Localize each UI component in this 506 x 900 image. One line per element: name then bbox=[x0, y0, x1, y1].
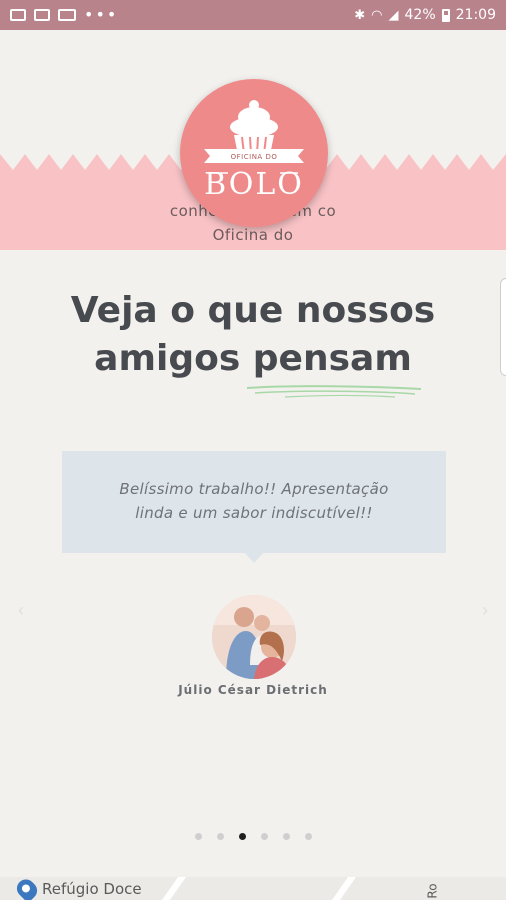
clock: 21:09 bbox=[455, 7, 496, 23]
section-title-line1: Veja o que nossos bbox=[70, 290, 436, 331]
notification-icons: ••• bbox=[10, 7, 118, 23]
testimonial-author: Júlio César Dietrich bbox=[178, 683, 328, 697]
battery-percent: 42% bbox=[404, 7, 436, 23]
edge-panel-handle[interactable] bbox=[500, 278, 506, 376]
carousel-prev-icon[interactable]: ‹ bbox=[18, 600, 24, 621]
carousel-dot[interactable] bbox=[304, 833, 312, 840]
carousel-dot[interactable] bbox=[216, 833, 224, 840]
family-photo-icon bbox=[212, 595, 296, 679]
carousel-dot[interactable] bbox=[238, 833, 246, 840]
bluetooth-icon: ✱ bbox=[354, 7, 366, 23]
signal-icon: ◢ bbox=[388, 7, 399, 23]
map-place-label: Refúgio Doce bbox=[42, 880, 142, 898]
avatar bbox=[212, 595, 296, 679]
quote-line1: Belíssimo trabalho!! Apresentação bbox=[119, 480, 389, 498]
title-underline-decoration bbox=[246, 385, 422, 398]
section-title-line2: amigos pensam bbox=[0, 335, 506, 383]
map-road bbox=[161, 877, 187, 900]
tv-icon bbox=[58, 9, 76, 21]
carousel-dot[interactable] bbox=[260, 833, 268, 840]
status-bar: ••• ✱ ◠ ◢ 42% 21:09 bbox=[0, 0, 506, 30]
oficina-do-bolo-logo[interactable]: OFICINA DO BOLO bbox=[180, 79, 328, 227]
logo-subtitle: OFICINA DO bbox=[230, 153, 278, 161]
more-notifications-icon: ••• bbox=[84, 5, 119, 24]
map-street-label: Ro bbox=[425, 883, 440, 899]
section-title: Veja o que nossos amigos pensam bbox=[0, 287, 506, 383]
map-road bbox=[331, 877, 357, 900]
battery-icon bbox=[441, 8, 450, 22]
screen-icon bbox=[34, 9, 50, 21]
carousel-dot[interactable] bbox=[282, 833, 290, 840]
quote-pointer bbox=[245, 553, 263, 563]
logo-wordmark: BOLO bbox=[204, 167, 304, 202]
banner-text-line3: Oficina do bbox=[212, 226, 294, 244]
carousel-next-icon[interactable]: › bbox=[482, 600, 488, 621]
section-title-highlight: pensam bbox=[252, 338, 412, 379]
testimonial-quote: Belíssimo trabalho!! Apresentação linda … bbox=[62, 451, 446, 553]
wifi-icon: ◠ bbox=[371, 7, 383, 23]
quote-line2: linda e um sabor indiscutível!! bbox=[135, 504, 373, 522]
carousel-dot[interactable] bbox=[194, 833, 202, 840]
section-title-prefix: amigos bbox=[94, 338, 253, 379]
gallery-icon bbox=[10, 9, 26, 21]
carousel-pagination bbox=[0, 833, 506, 840]
